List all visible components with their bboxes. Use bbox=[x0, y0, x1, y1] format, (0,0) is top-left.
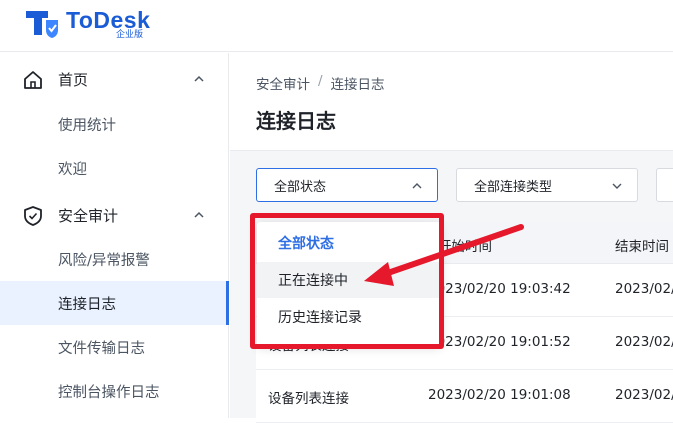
app-header: ToDesk 企业版 bbox=[0, 0, 673, 52]
todesk-logo-icon bbox=[26, 11, 58, 38]
column-header-start-time: 开始时间 bbox=[438, 239, 492, 255]
table-row[interactable]: 设备列表连接 2023/02/20 19:01:08 2023/02/ bbox=[256, 370, 673, 423]
breadcrumb-item-connection-log: 连接日志 bbox=[330, 77, 385, 93]
cell-start-time: 2023/02/20 19:03:42 bbox=[428, 281, 571, 297]
status-filter-value: 全部状态 bbox=[274, 179, 327, 195]
sidebar-item-label: 控制台操作日志 bbox=[58, 384, 160, 401]
sidebar: 首页 使用统计 欢迎 安全审计 风险/异常报警 连接日志 文件传输日志 控制台操… bbox=[0, 53, 229, 418]
home-icon bbox=[24, 71, 42, 89]
chevron-up-icon bbox=[194, 75, 204, 82]
page-title: 连接日志 bbox=[256, 109, 336, 133]
cell-connection-type: 设备列表连接 bbox=[268, 391, 349, 407]
status-dropdown-menu: 全部状态 正在连接中 历史连接记录 bbox=[257, 222, 441, 346]
breadcrumb-item-security-audit[interactable]: 安全审计 bbox=[256, 73, 310, 93]
dropdown-option-history[interactable]: 历史连接记录 bbox=[257, 299, 441, 335]
connection-type-select[interactable]: 全部连接类型 bbox=[456, 168, 638, 202]
sidebar-item-usage-stats[interactable]: 使用统计 bbox=[0, 102, 229, 146]
chevron-up-icon bbox=[412, 183, 422, 189]
sidebar-group-home[interactable]: 首页 bbox=[0, 56, 229, 102]
connection-type-value: 全部连接类型 bbox=[474, 179, 553, 195]
dropdown-option-connecting[interactable]: 正在连接中 bbox=[257, 262, 441, 298]
third-filter-select[interactable] bbox=[656, 168, 673, 202]
shield-icon bbox=[24, 206, 42, 226]
sidebar-item-connection-log[interactable]: 连接日志 bbox=[0, 281, 229, 325]
sidebar-item-label: 文件传输日志 bbox=[58, 340, 145, 357]
cell-end-time: 2023/02/ bbox=[615, 334, 673, 350]
cell-start-time: 2023/02/20 19:01:08 bbox=[428, 387, 571, 403]
cell-end-time: 2023/02/ bbox=[615, 281, 673, 297]
column-header-end-time: 结束时间 bbox=[615, 239, 669, 255]
sidebar-item-console-operation-log[interactable]: 控制台操作日志 bbox=[0, 369, 229, 413]
sidebar-item-welcome[interactable]: 欢迎 bbox=[0, 146, 229, 190]
sidebar-group-security-audit[interactable]: 安全审计 bbox=[0, 192, 229, 238]
sidebar-item-file-transfer-log[interactable]: 文件传输日志 bbox=[0, 325, 229, 369]
sidebar-item-risk-alerts[interactable]: 风险/异常报警 bbox=[0, 237, 229, 281]
dropdown-option-all-status[interactable]: 全部状态 bbox=[257, 225, 441, 261]
sidebar-item-label: 连接日志 bbox=[58, 296, 116, 313]
chevron-down-icon bbox=[612, 183, 622, 189]
cell-start-time: 2023/02/20 19:01:52 bbox=[428, 334, 571, 350]
chevron-up-icon bbox=[194, 211, 204, 218]
breadcrumb-separator: / bbox=[318, 73, 323, 89]
sidebar-item-label: 使用统计 bbox=[58, 117, 116, 134]
sidebar-item-label: 风险/异常报警 bbox=[58, 252, 150, 269]
sidebar-item-label: 欢迎 bbox=[58, 161, 87, 178]
cell-end-time: 2023/02/ bbox=[615, 387, 673, 403]
breadcrumb: 安全审计 / 连接日志 bbox=[256, 73, 385, 93]
status-filter-select[interactable]: 全部状态 bbox=[256, 168, 438, 202]
sidebar-group-label: 安全审计 bbox=[58, 206, 119, 225]
sidebar-group-label: 首页 bbox=[58, 70, 89, 89]
edition-label: 企业版 bbox=[116, 30, 144, 40]
